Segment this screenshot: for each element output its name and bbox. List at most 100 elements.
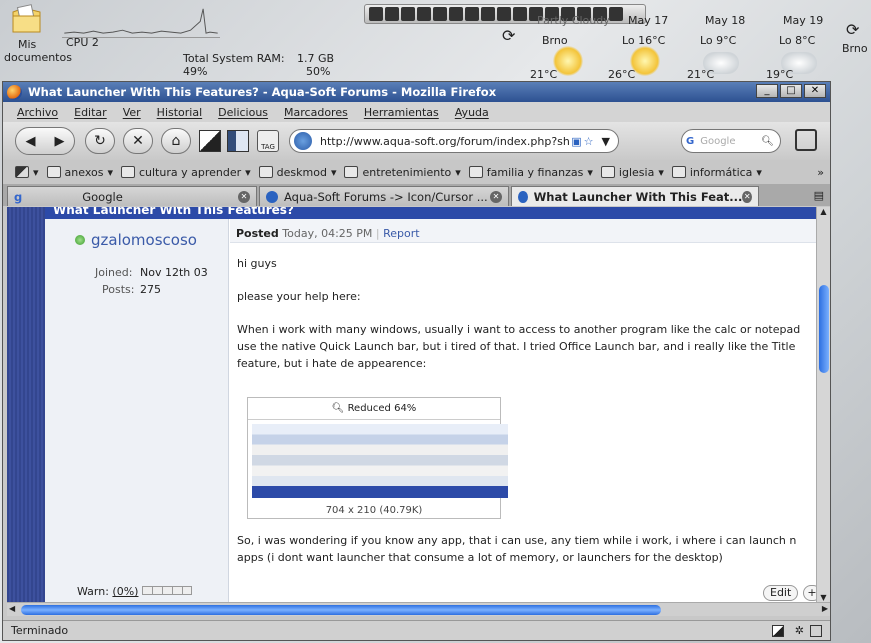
bookmarks-toolbar: ▾ anexos ▾ cultura y aprender ▾ deskmod ▾ e…: [3, 160, 830, 184]
gear-icon[interactable]: ✲: [795, 621, 804, 641]
home-button[interactable]: ⌂: [161, 128, 191, 154]
dock-icon[interactable]: [465, 7, 479, 21]
folder-icon: [120, 166, 135, 178]
bookmark-folder-entretenimiento[interactable]: entretenimiento ▾: [344, 166, 461, 179]
dock-icon[interactable]: [609, 7, 623, 21]
rss-icon[interactable]: ▣: [571, 135, 581, 148]
refresh-weather-icon-2[interactable]: ⟳: [846, 20, 859, 39]
bookmark-folder-deskmod[interactable]: deskmod ▾: [258, 165, 336, 179]
stop-icon: ✕: [132, 133, 144, 149]
menu-ver[interactable]: Ver: [123, 106, 141, 119]
back-arrow-icon[interactable]: ◀: [26, 134, 36, 149]
back-forward-buttons[interactable]: ◀ ▶: [15, 127, 75, 155]
tab-google[interactable]: g Google ✕: [7, 186, 257, 206]
dock-icon[interactable]: [433, 7, 447, 21]
vertical-scroll-thumb[interactable]: [819, 285, 829, 373]
bookmark-folder-anexos[interactable]: anexos ▾: [46, 165, 113, 179]
search-icon[interactable]: 🔍︎: [761, 136, 774, 147]
post-line: use the native Quick Launch bar, but i t…: [237, 340, 796, 353]
delicious-icon[interactable]: [199, 130, 221, 152]
scroll-left-icon[interactable]: ◀: [9, 604, 15, 613]
bookmark-folder-cultura[interactable]: cultura y aprender ▾: [120, 165, 251, 179]
post-line: When i work with many windows, usually i…: [237, 323, 801, 336]
bookmark-folder-familia[interactable]: familia y finanzas ▾: [468, 166, 593, 179]
url-text[interactable]: http://www.aqua-soft.org/forum/index.php…: [320, 135, 569, 148]
menu-herramientas[interactable]: Herramientas: [364, 106, 439, 119]
warn-value[interactable]: (0%): [112, 585, 138, 598]
star-icon[interactable]: ☆: [584, 135, 594, 148]
report-link[interactable]: Report: [383, 227, 419, 240]
chevron-right-icon[interactable]: »: [817, 166, 824, 179]
scroll-down-icon[interactable]: ▼: [817, 593, 830, 602]
close-tab-icon[interactable]: ✕: [490, 190, 502, 203]
dock-icon[interactable]: [513, 7, 527, 21]
menu-archivo[interactable]: Archivo: [17, 106, 58, 119]
chevron-down-icon[interactable]: ▼: [602, 135, 610, 148]
post-line: feature, but i hate de appearence:: [237, 357, 427, 370]
folder-icon: [46, 166, 61, 178]
dock-icon[interactable]: [449, 7, 463, 21]
site-favicon-icon: [518, 190, 528, 203]
joined-value: Nov 12th 03: [140, 266, 208, 279]
close-tab-icon[interactable]: ✕: [238, 190, 250, 203]
minimize-button[interactable]: _: [756, 84, 778, 98]
tab-current[interactable]: What Launcher With This Feat... ✕: [511, 186, 759, 206]
warn-level-bar: [141, 586, 192, 595]
maximize-button[interactable]: □: [780, 84, 802, 98]
menu-historial[interactable]: Historial: [157, 106, 202, 119]
delicious-status-icon[interactable]: [772, 625, 784, 637]
bookmark-folder-iglesia[interactable]: iglesia ▾: [600, 166, 664, 179]
bookmark-folder-informatica[interactable]: informática ▾: [671, 166, 762, 179]
bookmark-label: deskmod: [276, 165, 327, 179]
bookmark-label: anexos: [64, 165, 104, 179]
my-documents-icon[interactable]: [10, 4, 44, 36]
username[interactable]: gzalomoscoso: [91, 231, 197, 249]
dock-icon[interactable]: [401, 7, 415, 21]
dock-icon[interactable]: [481, 7, 495, 21]
ram-label: Total System RAM:: [183, 52, 285, 65]
list-tabs-icon[interactable]: ▤: [814, 189, 824, 202]
tag-button[interactable]: TAG: [257, 130, 279, 152]
close-tab-icon[interactable]: ✕: [742, 190, 752, 203]
scroll-up-icon[interactable]: ▲: [817, 207, 830, 216]
menu-editar[interactable]: Editar: [74, 106, 107, 119]
folder-icon: [468, 166, 483, 178]
bookmark-menu[interactable]: ▾: [15, 166, 39, 179]
image-thumbnail[interactable]: 🔍︎ Reduced 64% 704 x 210 (40.79K): [247, 397, 508, 519]
my-documents-label: Mis: [18, 38, 37, 51]
bookmark-label: cultura y aprender: [138, 165, 242, 179]
bookmarks-sidebar-icon[interactable]: [227, 130, 249, 152]
menu-ayuda[interactable]: Ayuda: [455, 106, 489, 119]
dock-icon[interactable]: [369, 7, 383, 21]
sun-icon: [553, 46, 583, 76]
close-window-button[interactable]: ✕: [804, 84, 826, 98]
tab-strip: g Google ✕ Aqua-Soft Forums -> Icon/Curs…: [3, 184, 830, 206]
scroll-right-icon[interactable]: ▶: [822, 604, 828, 613]
menu-marcadores[interactable]: Marcadores: [284, 106, 348, 119]
menu-delicious[interactable]: Delicious: [218, 106, 268, 119]
resize-icon[interactable]: [810, 625, 822, 637]
edit-button[interactable]: Edit: [763, 585, 799, 601]
search-box[interactable]: G Google 🔍︎: [681, 129, 781, 153]
username-row[interactable]: gzalomoscoso: [75, 231, 197, 249]
stop-button[interactable]: ✕: [123, 128, 153, 154]
dropdown-icon: ▾: [107, 165, 113, 179]
dock-icon[interactable]: [417, 7, 431, 21]
plus-button[interactable]: +: [803, 585, 816, 601]
dock-icon[interactable]: [385, 7, 399, 21]
weather-day-3-date: May 19: [783, 14, 824, 27]
screenshot-image[interactable]: [252, 424, 508, 498]
dock-icon[interactable]: [497, 7, 511, 21]
new-window-icon[interactable]: [795, 129, 817, 151]
reload-button[interactable]: ↻: [85, 128, 115, 154]
forward-arrow-icon[interactable]: ▶: [55, 134, 65, 149]
title-bar[interactable]: What Launcher With This Features? - Aqua…: [3, 82, 830, 102]
tab-aqua-soft[interactable]: Aqua-Soft Forums -> Icon/Cursor ... ✕: [259, 186, 509, 206]
horizontal-scroll-thumb[interactable]: [21, 605, 661, 615]
google-g-icon[interactable]: G: [686, 136, 694, 147]
url-bar[interactable]: http://www.aqua-soft.org/forum/index.php…: [289, 129, 619, 153]
horizontal-scrollbar[interactable]: ◀ ▶: [7, 602, 830, 616]
refresh-weather-icon[interactable]: ⟳: [502, 26, 515, 45]
vertical-scrollbar[interactable]: ▲ ▼: [816, 207, 830, 602]
ram-percent: 50%: [306, 65, 331, 78]
